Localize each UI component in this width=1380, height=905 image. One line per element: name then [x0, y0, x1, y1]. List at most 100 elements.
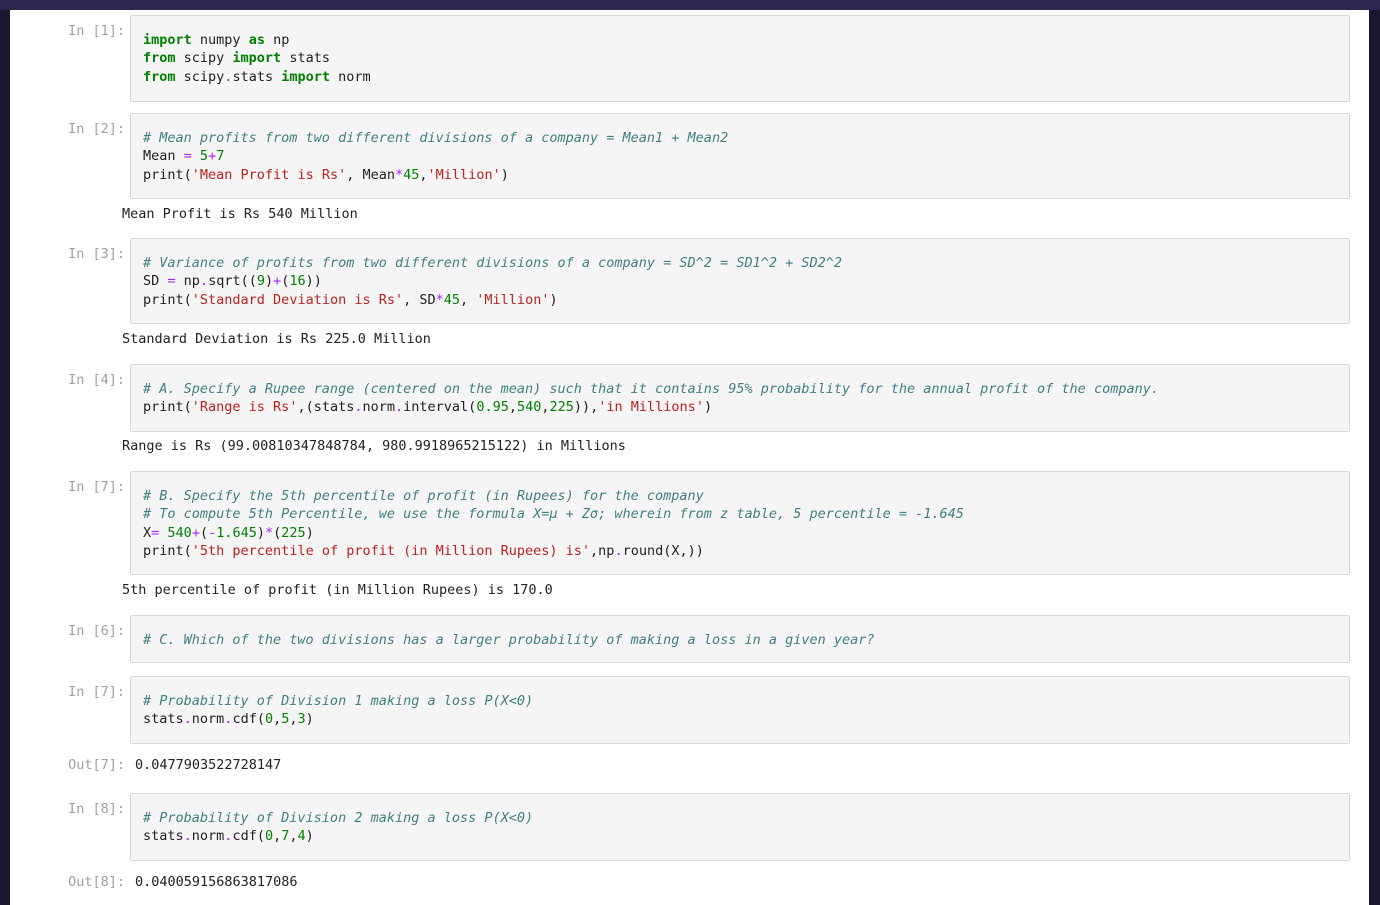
input-prompt: In [8]:: [68, 801, 125, 817]
code-token: np: [175, 273, 200, 290]
code-line: stats.norm.cdf(0,7,4): [143, 827, 1337, 845]
code-token: # Variance of profits from two different…: [143, 255, 842, 271]
code-line: # B. Specify the 5th percentile of profi…: [143, 487, 1337, 505]
input-prompt: In [3]:: [68, 246, 125, 262]
code-token: ): [305, 711, 314, 728]
code-token: import: [143, 32, 192, 48]
code-cell[interactable]: # C. Which of the two divisions has a la…: [130, 615, 1350, 663]
code-token: round(X,)): [622, 542, 704, 559]
code-token: .: [183, 828, 192, 845]
code-cell[interactable]: import numpy as np from scipy import stat…: [130, 15, 1350, 102]
code-token: print(: [143, 166, 192, 183]
code-token: Mean: [143, 148, 184, 165]
code-line: from scipy.stats import norm: [143, 68, 1337, 86]
code-token: .: [614, 542, 623, 559]
code-token: 9: [256, 273, 265, 290]
notebook-area[interactable]: In [1]: import numpy as np from scipy impo…: [10, 10, 1369, 905]
code-token: stats: [143, 828, 184, 845]
code-token: print(: [143, 399, 192, 416]
code-token: 5: [199, 148, 209, 165]
code-token: X: [143, 524, 152, 541]
input-prompt: In [4]:: [68, 372, 125, 388]
code-token: +: [208, 148, 217, 165]
code-token: .: [395, 399, 404, 416]
code-token: *: [265, 524, 274, 541]
code-token: print(: [143, 291, 192, 308]
input-prompt: In [1]:: [68, 23, 125, 39]
code-token: norm: [191, 828, 225, 845]
code-token: ,: [273, 711, 282, 728]
code-token: =: [183, 148, 192, 165]
code-token: ,(stats: [297, 399, 355, 416]
code-token: *: [395, 166, 404, 183]
code-token: 16: [289, 273, 306, 290]
code-cell[interactable]: # Variance of profits from two different…: [130, 238, 1350, 324]
code-token: # Probability of Division 1 making a los…: [143, 693, 534, 709]
code-line: print('Range is Rs',(stats.norm.interval…: [143, 398, 1337, 416]
cell-output: Mean Profit is Rs 540 Million: [122, 206, 358, 222]
code-token: 'Range is Rs': [191, 399, 298, 416]
code-token: 'Million': [476, 291, 550, 308]
code-token: print(: [143, 542, 192, 559]
code-token: ,: [273, 828, 282, 845]
code-token: ,: [419, 166, 428, 183]
code-token: import: [281, 68, 330, 85]
code-line: # Probability of Division 2 making a los…: [143, 809, 1337, 827]
input-prompt: In [6]:: [68, 623, 125, 639]
code-token: 225: [549, 399, 574, 416]
code-token: .: [199, 273, 209, 290]
code-token: cdf(: [232, 711, 265, 728]
code-token: import: [232, 50, 282, 67]
code-cell[interactable]: # Mean profits from two different divisi…: [130, 113, 1350, 199]
code-token: 225: [281, 524, 306, 541]
code-token: # C. Which of the two divisions has a la…: [143, 632, 875, 648]
code-cell[interactable]: # Probability of Division 1 making a los…: [130, 676, 1350, 744]
code-token: )),: [573, 399, 599, 416]
top-menu-bar: [0, 0, 1380, 10]
code-token: norm: [191, 711, 225, 728]
cell-output-value: 0.0477903522728147: [135, 757, 282, 773]
code-token: +: [191, 524, 200, 541]
window-edge: [1369, 10, 1380, 905]
code-line: X= 540+(-1.645)*(225): [143, 524, 1337, 542]
code-token: 1.645: [216, 524, 257, 541]
code-token: cdf(: [232, 828, 265, 845]
code-cell[interactable]: # Probability of Division 2 making a los…: [130, 793, 1350, 861]
code-line: stats.norm.cdf(0,5,3): [143, 710, 1337, 728]
code-line: import numpy as np: [143, 31, 1337, 49]
code-token: sqrt((: [208, 273, 257, 290]
code-line: from scipy import stats: [143, 49, 1337, 67]
code-token: interval(: [403, 399, 477, 416]
code-line: # C. Which of the two divisions has a la…: [143, 631, 1337, 649]
code-token: np: [264, 32, 290, 48]
code-line: print('5th percentile of profit (in Mill…: [143, 542, 1337, 560]
code-token: 0: [264, 828, 274, 845]
code-line: Mean = 5+7: [143, 147, 1337, 165]
code-token: (: [199, 524, 209, 541]
code-cell[interactable]: # A. Specify a Rupee range (centered on …: [130, 364, 1350, 432]
code-line: # To compute 5th Percentile, we use the …: [143, 505, 1337, 523]
code-cell[interactable]: # B. Specify the 5th percentile of profi…: [130, 471, 1350, 575]
code-token: 45: [403, 166, 420, 183]
code-token: )): [305, 273, 322, 290]
code-token: ,: [541, 399, 550, 416]
code-token: scipy: [175, 50, 233, 67]
code-token: norm: [330, 68, 371, 85]
code-line: # Probability of Division 1 making a los…: [143, 692, 1337, 710]
code-token: ): [305, 828, 314, 845]
code-token: stats: [143, 711, 184, 728]
code-token: stats: [232, 68, 282, 85]
code-token: ,np: [590, 542, 615, 559]
code-token: =: [167, 273, 176, 290]
code-token: 0: [264, 711, 274, 728]
input-prompt: In [2]:: [68, 121, 125, 137]
code-token: as: [248, 32, 265, 48]
code-token: ): [256, 524, 266, 541]
cell-output-value: 0.040059156863817086: [135, 874, 298, 890]
code-token: 'Mean Profit is Rs': [191, 166, 347, 183]
code-line: # Variance of profits from two different…: [143, 254, 1337, 272]
code-line: print('Mean Profit is Rs', Mean*45,'Mill…: [143, 166, 1337, 184]
code-token: ,: [289, 711, 298, 728]
code-token: from: [143, 50, 176, 67]
